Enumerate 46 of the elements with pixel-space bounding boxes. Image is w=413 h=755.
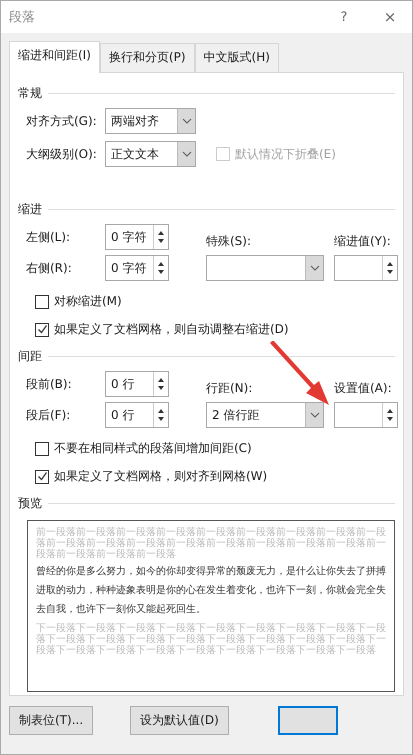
field-label: 大纲级别(O): bbox=[26, 146, 98, 162]
section-heading: 预览 bbox=[18, 495, 42, 512]
previous-paragraph-text: 前一段落前一段落前一段落前一段落前一段落前一段落前一段落前一段落前一段落前一段落前一段落前一段落前一段落前一段落前一段落前一段落前一段落前一段落前一段落前一段落前一段落 bbox=[36, 527, 386, 560]
dropdown[interactable] bbox=[206, 255, 324, 281]
spin-field[interactable] bbox=[334, 255, 398, 281]
dialog-button[interactable]: 制表位(T)... bbox=[9, 706, 94, 735]
spin-field[interactable]: 0 行 bbox=[105, 371, 169, 397]
window-title: 段落 bbox=[9, 9, 36, 26]
field-label: 特殊(S): bbox=[206, 233, 252, 250]
dropdown[interactable]: 正文文本 bbox=[105, 141, 196, 167]
dropdown[interactable]: 两端对齐 bbox=[105, 108, 196, 134]
field-label: 段后(F): bbox=[26, 406, 72, 424]
dropdown[interactable]: 2 倍行距 bbox=[206, 402, 324, 428]
section-heading: 间距 bbox=[18, 348, 42, 365]
tab[interactable]: 中文版式(H) bbox=[194, 43, 279, 72]
field-label: 设置值(A): bbox=[334, 380, 393, 397]
section-heading: 常规 bbox=[18, 85, 42, 102]
field-label: 右侧(R): bbox=[26, 260, 73, 276]
field-label: 对齐方式(G): bbox=[26, 112, 98, 130]
field-label: 行距(N): bbox=[206, 380, 254, 397]
field-label: 缩进值(Y): bbox=[334, 233, 392, 250]
spin-field[interactable]: 0 行 bbox=[105, 402, 169, 428]
check-icon bbox=[36, 471, 48, 482]
checkbox[interactable]: 不要在相同样式的段落间增加间距(C) bbox=[35, 440, 395, 457]
check-icon bbox=[36, 324, 48, 335]
dialog-button[interactable]: 设为默认值(D) bbox=[130, 706, 229, 735]
checkbox[interactable]: 如果定义了文档网格，则对齐到网格(W) bbox=[35, 468, 395, 485]
field-label: 左侧(L): bbox=[26, 228, 72, 246]
close-button[interactable]: × bbox=[376, 8, 404, 26]
sample-paragraph-text: 曾经的你是多么努力，如今的你却变得异常的颓废无力，是什么让你失去了拼搏进取的动力，种种迹象表明是你的心在发生着变化，也许下一刻，你就会完全失去自我，也许下一刻你又能起死回生。 bbox=[36, 564, 386, 617]
checkbox[interactable]: 如果定义了文档网格，则自动调整右缩进(D) bbox=[35, 321, 395, 338]
next-paragraph-text: 下一段落下一段落下一段落下一段落下一段落下一段落下一段落下一段落下一段落下一段落下一段落下一段落下一段落下一段落下一段落下一段落下一段落下一段落下一段落下一段落下一段落下一段落下一段落下一段落下一段落下一段落 bbox=[36, 623, 386, 656]
spin-field[interactable]: 0 字符 bbox=[105, 224, 169, 250]
checkbox[interactable]: 对称缩进(M) bbox=[35, 293, 395, 310]
spin-field[interactable]: 0 字符 bbox=[105, 255, 169, 281]
chevron-icon bbox=[182, 151, 192, 157]
tab[interactable]: 换行和分页(P) bbox=[100, 43, 195, 72]
chevron-icon bbox=[182, 118, 192, 124]
field-label: 段前(B): bbox=[26, 376, 73, 392]
chevron-icon bbox=[310, 265, 320, 271]
spin-field[interactable] bbox=[334, 402, 398, 428]
help-button[interactable]: ? bbox=[330, 10, 358, 24]
default-button[interactable] bbox=[278, 706, 338, 735]
tab[interactable]: 缩进和间距(I) bbox=[9, 41, 100, 73]
section-heading: 缩进 bbox=[18, 201, 42, 218]
chevron-icon bbox=[310, 412, 320, 418]
